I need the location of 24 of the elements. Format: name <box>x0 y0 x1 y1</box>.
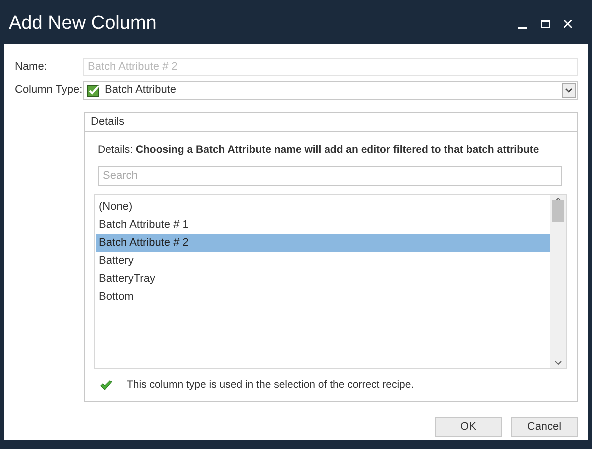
list-item[interactable]: BatteryTray <box>96 270 550 288</box>
scrollbar-thumb[interactable] <box>552 200 564 222</box>
dialog-button[interactable]: Cancel <box>511 417 578 437</box>
checkmark-icon <box>100 380 113 392</box>
list-item[interactable]: (None) <box>96 198 550 216</box>
close-icon[interactable] <box>564 20 572 28</box>
scroll-down-icon[interactable] <box>554 360 562 365</box>
dialog-button[interactable]: OK <box>435 417 502 437</box>
list-item[interactable]: Batch Attribute # 1 <box>96 216 550 234</box>
list-item[interactable]: Batch Attribute # 2 <box>96 234 550 252</box>
name-label: Name: <box>15 60 48 75</box>
dropdown-caret-icon[interactable] <box>562 82 576 98</box>
list-item[interactable]: Battery <box>96 252 550 270</box>
column-type-dropdown[interactable]: Batch Attribute <box>83 80 578 100</box>
list-item[interactable]: Bottom <box>96 288 550 306</box>
info-note: This column type is used in the selection of the correct recipe. <box>127 378 414 393</box>
search-field[interactable]: Search <box>98 166 562 186</box>
column-type-label: Column Type: <box>15 82 83 98</box>
details-title: Details <box>91 114 125 130</box>
maximize-icon[interactable] <box>541 20 550 28</box>
scrollbar[interactable] <box>550 194 566 368</box>
details-description: Details: Choosing a Batch Attribute name will add an editor filtered to that batch attribute <box>98 143 540 158</box>
checkmark-icon <box>87 84 100 96</box>
window-title: Add New Column <box>9 12 157 36</box>
